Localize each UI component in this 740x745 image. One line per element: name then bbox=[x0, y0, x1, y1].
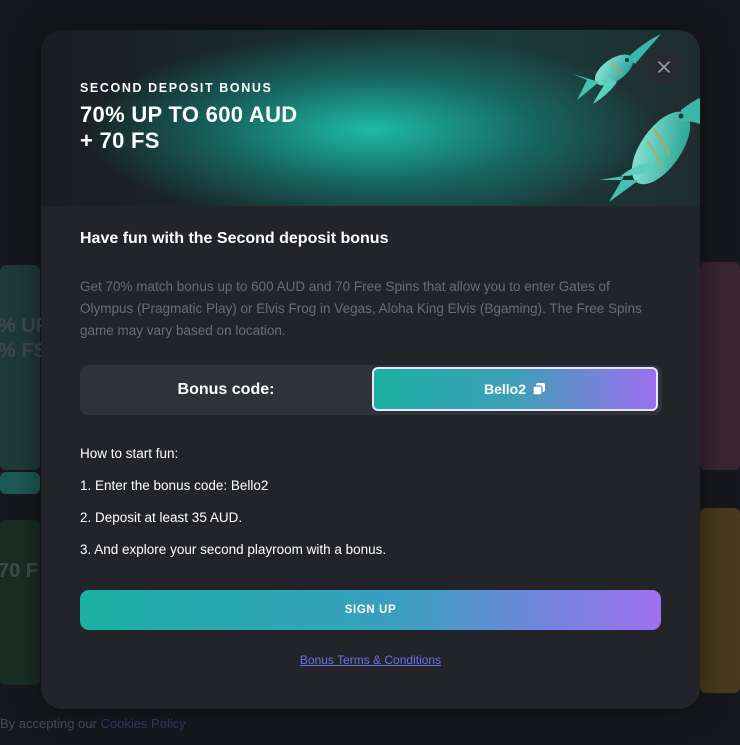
step-item: 3. And explore your second playroom with… bbox=[80, 542, 387, 557]
background-card-text: 70 F bbox=[0, 560, 39, 582]
bonus-hero-banner: SECOND DEPOSIT BONUS 70% UP TO 600 AUD +… bbox=[41, 30, 700, 206]
background-promo-card-left-2 bbox=[0, 520, 40, 685]
background-promo-card-right-2 bbox=[700, 508, 740, 693]
bonus-code-row: Bonus code: Bello2 bbox=[80, 365, 662, 415]
background-footer: By accepting our Cookies Policy bbox=[0, 716, 186, 731]
close-icon bbox=[658, 61, 670, 73]
close-button[interactable] bbox=[647, 50, 681, 84]
background-promo-card-left bbox=[0, 265, 40, 470]
bonus-code-label: Bonus code: bbox=[177, 381, 275, 398]
copy-icon bbox=[532, 383, 545, 396]
background-card-button-left bbox=[0, 472, 40, 494]
background-footer-link: Cookies Policy bbox=[100, 716, 186, 731]
bonus-heading: Have fun with the Second deposit bonus bbox=[80, 230, 389, 247]
bonus-code-copy-button[interactable]: Bello2 bbox=[372, 367, 658, 411]
bonus-description: Get 70% match bonus up to 600 AUD and 70… bbox=[80, 279, 642, 338]
background-footer-text: By accepting our bbox=[0, 716, 97, 731]
sign-up-button[interactable]: SIGN UP bbox=[80, 590, 661, 630]
steps-title: How to start fun: bbox=[80, 446, 179, 461]
bonus-title: 70% UP TO 600 AUD + 70 FS bbox=[80, 102, 298, 153]
background-card-text: % FS bbox=[0, 340, 47, 362]
bonus-terms-link[interactable]: Bonus Terms & Conditions bbox=[41, 653, 700, 667]
step-item: 1. Enter the bonus code: Bello2 bbox=[80, 478, 269, 493]
background-promo-card-right bbox=[700, 262, 740, 470]
bonus-eyebrow: SECOND DEPOSIT BONUS bbox=[80, 81, 273, 95]
bonus-modal: SECOND DEPOSIT BONUS 70% UP TO 600 AUD +… bbox=[41, 30, 700, 709]
step-item: 2. Deposit at least 35 AUD. bbox=[80, 510, 243, 525]
koi-fish-illustration bbox=[573, 34, 700, 202]
bonus-code-value: Bello2 bbox=[483, 381, 526, 397]
